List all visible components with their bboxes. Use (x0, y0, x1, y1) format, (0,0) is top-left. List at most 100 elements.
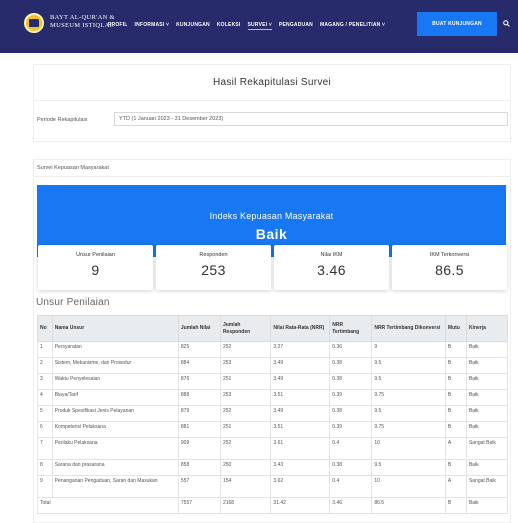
cell: 557 (177, 475, 221, 498)
cell: 909 (177, 437, 221, 460)
col-header: NRR Tertimbang (329, 315, 373, 342)
survey-card-title: Survei Kepuasan Masyarakat (34, 160, 510, 177)
cell: 884 (177, 357, 221, 374)
nav-item-koleksi[interactable]: KOLEKSI (217, 22, 241, 30)
col-header: Mutu (444, 315, 467, 342)
nav-item-magang[interactable]: MAGANG / PENELITIAN ˅ (320, 22, 385, 30)
cell: B (444, 405, 467, 422)
table-row: 2 Sistem, Mekanisme, dan Prosedur 884 253 3.… (37, 357, 509, 374)
cell: Baik (465, 421, 509, 438)
cell: 3.49 (270, 405, 331, 422)
cell: 0.38 (329, 357, 373, 374)
table-row: 4 Biaya/Tarif 888 253 3.51 0.39 9.75 B Baik (37, 389, 509, 406)
cell: 251 (219, 421, 272, 438)
cell: 1 (37, 341, 53, 358)
nav-item-pengaduan[interactable]: PENGADUAN (279, 22, 313, 30)
cell: Baik (465, 405, 509, 422)
stat-label: IKM Terkonversi (429, 252, 470, 258)
cell: 253 (219, 357, 272, 374)
col-header: Jumlah Nilai (177, 315, 221, 342)
cell: 31.42 (270, 497, 331, 514)
table-row: 7 Perilaku Pelaksana 909 252 3.61 0.4 10 A Sanga… (37, 437, 509, 460)
cell: 879 (177, 405, 221, 422)
cell: 3.43 (270, 459, 331, 476)
banner-title: Indeks Kepuasan Masyarakat (209, 211, 334, 221)
col-header: Jumlah Responden (219, 315, 272, 342)
col-header: NRR Tertimbang Dikonversi (371, 315, 446, 342)
cell: 7 (37, 437, 53, 460)
table-row: 8 Sarana dan prasarana 858 250 3.43 0.38 9.5 B B… (37, 459, 509, 476)
buat-kunjungan-button[interactable]: BUAT KUNJUNGAN (417, 12, 497, 36)
cell: Baik (465, 341, 509, 358)
cell: 9.75 (371, 421, 446, 438)
nav-item-informasi[interactable]: INFORMASI ˅ (135, 22, 170, 30)
top-navbar: BAYT AL-QUR'AN & MUSEUM ISTIQLAL PROFIL … (0, 0, 518, 53)
cell: 154 (219, 475, 272, 498)
cell: B (444, 373, 467, 390)
cell: Sarana dan prasarana (51, 459, 179, 476)
cell: Kompetensi Pelaksana (51, 421, 179, 438)
cell: 881 (177, 421, 221, 438)
cell: Waktu Penyelesaian (51, 373, 179, 390)
cell: 8 (37, 459, 53, 476)
cell: Perilaku Pelaksana (51, 437, 179, 460)
cell: Sangat Baik (465, 475, 509, 498)
cell: 5 (37, 405, 53, 422)
col-header: Kinerja (465, 315, 509, 342)
search-icon[interactable] (503, 20, 510, 27)
cell: 0.4 (329, 437, 373, 460)
cell: 3.27 (270, 341, 331, 358)
cell: A (444, 475, 467, 498)
table-row: 1 Persyaratan 825 252 3.27 0.36 9 B Baik (37, 341, 509, 358)
cell: 9 (37, 475, 53, 498)
brand-name[interactable]: BAYT AL-QUR'AN & MUSEUM ISTIQLAL (50, 14, 115, 30)
cell: 9.5 (371, 405, 446, 422)
nav-item-survei[interactable]: SURVEI ˅ (247, 22, 272, 30)
divider (34, 100, 510, 101)
cell: 250 (219, 459, 272, 476)
unsur-table: No Nama Unsur Jumlah Nilai Jumlah Respon… (37, 315, 509, 514)
cell: 0.39 (329, 389, 373, 406)
table-row: 6 Kompetensi Pelaksana 881 251 3.51 0.39 9.75 B… (37, 421, 509, 438)
cell: 3.61 (270, 437, 331, 460)
cell: B (444, 421, 467, 438)
cell: 253 (219, 389, 272, 406)
cell: 3.49 (270, 373, 331, 390)
cell: 0.36 (329, 341, 373, 358)
stat-label: Responden (199, 252, 228, 258)
cell: 0.38 (329, 459, 373, 476)
cell: 876 (177, 373, 221, 390)
cell: Total (37, 497, 179, 514)
stat-card-nilai-ikm: Nilai IKM 3.46 (274, 245, 389, 290)
cell: Sistem, Mekanisme, dan Prosedur (51, 357, 179, 374)
cell: 7557 (177, 497, 221, 514)
cell: 0.4 (329, 475, 373, 498)
stat-value: 9 (91, 262, 100, 278)
table-row: 3 Waktu Penyelesaian 876 251 3.49 0.38 9.5 B Bai… (37, 373, 509, 390)
cell: Penanganan Pengaduan, Saran dan Masukan (51, 475, 179, 498)
table-total-row: Total 7557 2168 31.42 3.46 86.5 B Baik (37, 497, 509, 514)
cell: 251 (219, 373, 272, 390)
cell: Baik (465, 459, 509, 476)
cell: 3.49 (270, 357, 331, 374)
stat-label: Unsur Penilaian (76, 252, 115, 258)
cell: 0.38 (329, 373, 373, 390)
table-row: 9 Penanganan Pengaduan, Saran dan Masukan… (37, 475, 509, 498)
cell: 888 (177, 389, 221, 406)
cell: 6 (37, 421, 53, 438)
table-header-row: No Nama Unsur Jumlah Nilai Jumlah Respon… (37, 315, 509, 342)
survey-card: Survei Kepuasan Masyarakat Indeks Kepuas… (33, 159, 511, 523)
nav-item-kunjungan[interactable]: KUNJUNGAN (176, 22, 210, 30)
logo-icon[interactable] (24, 13, 44, 33)
cell: 858 (177, 459, 221, 476)
stat-card-unsur: Unsur Penilaian 9 (38, 245, 153, 290)
nav-item-profil[interactable]: PROFIL (108, 22, 128, 30)
stat-card-responden: Responden 253 (156, 245, 271, 290)
page-title: Hasil Rekapitulasi Survei (212, 77, 332, 88)
cell: 9.5 (371, 357, 446, 374)
cell: 2168 (219, 497, 272, 514)
cell: B (444, 389, 467, 406)
stat-value: 3.46 (317, 262, 346, 278)
period-select[interactable]: YTD (1 Januari 2023 - 31 Desember 2023) (114, 112, 508, 126)
stat-label: Nilai IKM (320, 252, 343, 258)
